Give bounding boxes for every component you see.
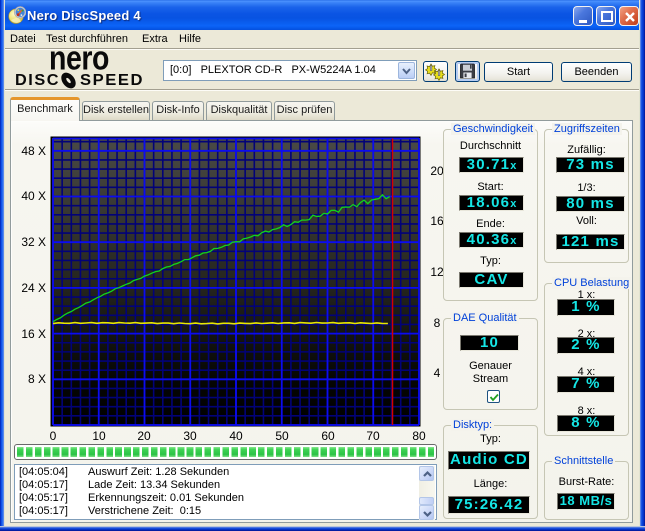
svg-text:nero: nero [49, 50, 109, 72]
svg-text:SPEED: SPEED [80, 72, 144, 89]
svg-text:DISC: DISC [15, 72, 60, 89]
